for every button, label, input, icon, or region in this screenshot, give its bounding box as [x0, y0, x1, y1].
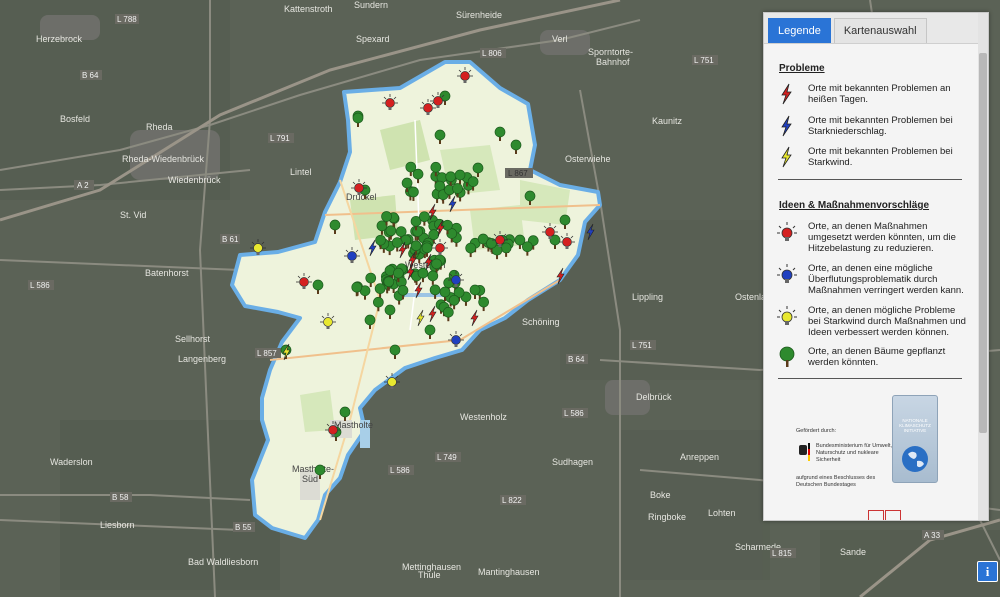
ministry-name: Bundesministerium für Umwelt, Naturschut… [816, 443, 893, 463]
tab-legende[interactable]: Legende [768, 18, 831, 43]
svg-text:Delbrück: Delbrück [636, 392, 672, 402]
svg-text:Lippling: Lippling [632, 292, 663, 302]
badge-text: NATIONALE KLIMASCHUTZ INITIATIVE [899, 418, 931, 433]
svg-text:Westenholz: Westenholz [460, 412, 507, 422]
red-lightning-icon [781, 83, 792, 105]
scrollbar-thumb[interactable] [979, 53, 987, 433]
legend-panel: Legende Kartenauswahl Probleme Orte mit … [763, 12, 989, 521]
svg-text:L 867: L 867 [508, 169, 528, 178]
funding-block: Gefördert durch: Bundesministerium für U… [796, 428, 906, 489]
svg-text:Kattenstroth: Kattenstroth [284, 4, 333, 14]
svg-text:Lintel: Lintel [290, 167, 312, 177]
svg-text:B 58: B 58 [112, 493, 129, 502]
svg-text:Herzebrock: Herzebrock [36, 34, 83, 44]
svg-text:Rheda: Rheda [146, 122, 173, 132]
svg-text:Wiedenbrück: Wiedenbrück [168, 175, 221, 185]
svg-text:Bahnhof: Bahnhof [596, 57, 630, 67]
svg-text:L 586: L 586 [564, 409, 584, 418]
svg-text:Langenberg: Langenberg [178, 354, 226, 364]
svg-text:Sande: Sande [840, 547, 866, 557]
yellow-lightning-icon [781, 146, 792, 168]
svg-text:Sundern: Sundern [354, 0, 388, 10]
svg-text:L 586: L 586 [30, 281, 50, 290]
svg-text:Anreppen: Anreppen [680, 452, 719, 462]
partner-logos [868, 510, 901, 520]
legend-item-rain-problem: Orte mit bekannten Problemen bei Starkni… [776, 115, 966, 137]
svg-text:Verl: Verl [552, 34, 568, 44]
svg-text:L 788: L 788 [117, 15, 137, 24]
svg-text:Bosfeld: Bosfeld [60, 114, 90, 124]
svg-text:Batenhorst: Batenhorst [145, 268, 189, 278]
blue-lightbulb-icon [777, 264, 797, 283]
legend-item-heat-problem: Orte mit bekannten Problemen an heißen T… [776, 83, 966, 105]
legend-item-flood-idea: Orte, an denen eine mögliche Überflutung… [776, 263, 966, 296]
svg-text:Schöning: Schöning [522, 317, 560, 327]
svg-text:L 815: L 815 [772, 549, 792, 558]
legend-item-tree-idea: Orte, an denen Bäume gepflanzt werden kö… [776, 346, 966, 368]
svg-text:L 751: L 751 [632, 341, 652, 350]
svg-text:L 751: L 751 [694, 56, 714, 65]
svg-text:B 64: B 64 [82, 71, 99, 80]
globe-icon [902, 446, 928, 472]
tree-icon [779, 346, 795, 367]
tab-kartenauswahl[interactable]: Kartenauswahl [833, 18, 927, 43]
svg-text:A 33: A 33 [924, 531, 941, 540]
svg-text:Mastholte-: Mastholte- [292, 464, 334, 474]
federal-eagle-icon [796, 443, 812, 465]
legend-item-wind-idea: Orte, an denen mögliche Probleme bei Sta… [776, 305, 966, 338]
svg-text:Osterwiehe: Osterwiehe [565, 154, 611, 164]
yellow-lightbulb-icon [777, 306, 797, 325]
svg-text:L 749: L 749 [437, 453, 457, 462]
section-title-ideen: Ideen & Maßnahmenvorschläge [779, 200, 930, 211]
svg-text:St. Vid: St. Vid [120, 210, 146, 220]
funding-note: aufgrund eines Beschlusses des Deutschen… [796, 475, 876, 488]
svg-text:Lohten: Lohten [708, 508, 736, 518]
svg-text:L 822: L 822 [502, 496, 522, 505]
svg-text:Sellhorst: Sellhorst [175, 334, 211, 344]
svg-text:Boke: Boke [650, 490, 671, 500]
klimaschutz-badge: NATIONALE KLIMASCHUTZ INITIATIVE [892, 395, 938, 483]
svg-text:Ringboke: Ringboke [648, 512, 686, 522]
red-lightbulb-icon [777, 222, 797, 241]
svg-text:A 2: A 2 [77, 181, 89, 190]
blue-lightning-icon [781, 115, 792, 137]
svg-text:Süd: Süd [302, 474, 318, 484]
section-title-probleme: Probleme [779, 63, 825, 74]
svg-text:B 55: B 55 [235, 523, 252, 532]
svg-text:Sporntorte-: Sporntorte- [588, 47, 633, 57]
legend-item-wind-problem: Orte mit bekannten Problemen bei Starkwi… [776, 146, 966, 168]
svg-text:L 806: L 806 [482, 49, 502, 58]
svg-text:Sürenheide: Sürenheide [456, 10, 502, 20]
svg-text:Liesborn: Liesborn [100, 520, 135, 530]
svg-text:Spexard: Spexard [356, 34, 390, 44]
svg-text:Thule: Thule [418, 570, 441, 580]
funding-label: Gefördert durch: [796, 428, 837, 434]
svg-text:Waderslon: Waderslon [50, 457, 93, 467]
svg-text:L 586: L 586 [390, 466, 410, 475]
svg-text:Rheda-Wiedenbrück: Rheda-Wiedenbrück [122, 154, 205, 164]
panel-tabs: Legende Kartenauswahl [764, 13, 988, 44]
svg-text:Mantinghausen: Mantinghausen [478, 567, 540, 577]
legend-item-heat-idea: Orte, an denen Maßnahmen umgesetzt werde… [776, 221, 966, 254]
svg-text:Bad Waldliesborn: Bad Waldliesborn [188, 557, 258, 567]
svg-text:B 61: B 61 [222, 235, 239, 244]
section-divider [778, 179, 962, 180]
svg-text:B 64: B 64 [568, 355, 585, 364]
svg-text:Sudhagen: Sudhagen [552, 457, 593, 467]
svg-text:L 857: L 857 [257, 349, 277, 358]
info-button[interactable]: i [977, 561, 998, 582]
section-divider-2 [778, 378, 962, 379]
svg-text:L 791: L 791 [270, 134, 290, 143]
panel-scrollbar[interactable] [978, 13, 988, 520]
svg-text:Kaunitz: Kaunitz [652, 116, 683, 126]
